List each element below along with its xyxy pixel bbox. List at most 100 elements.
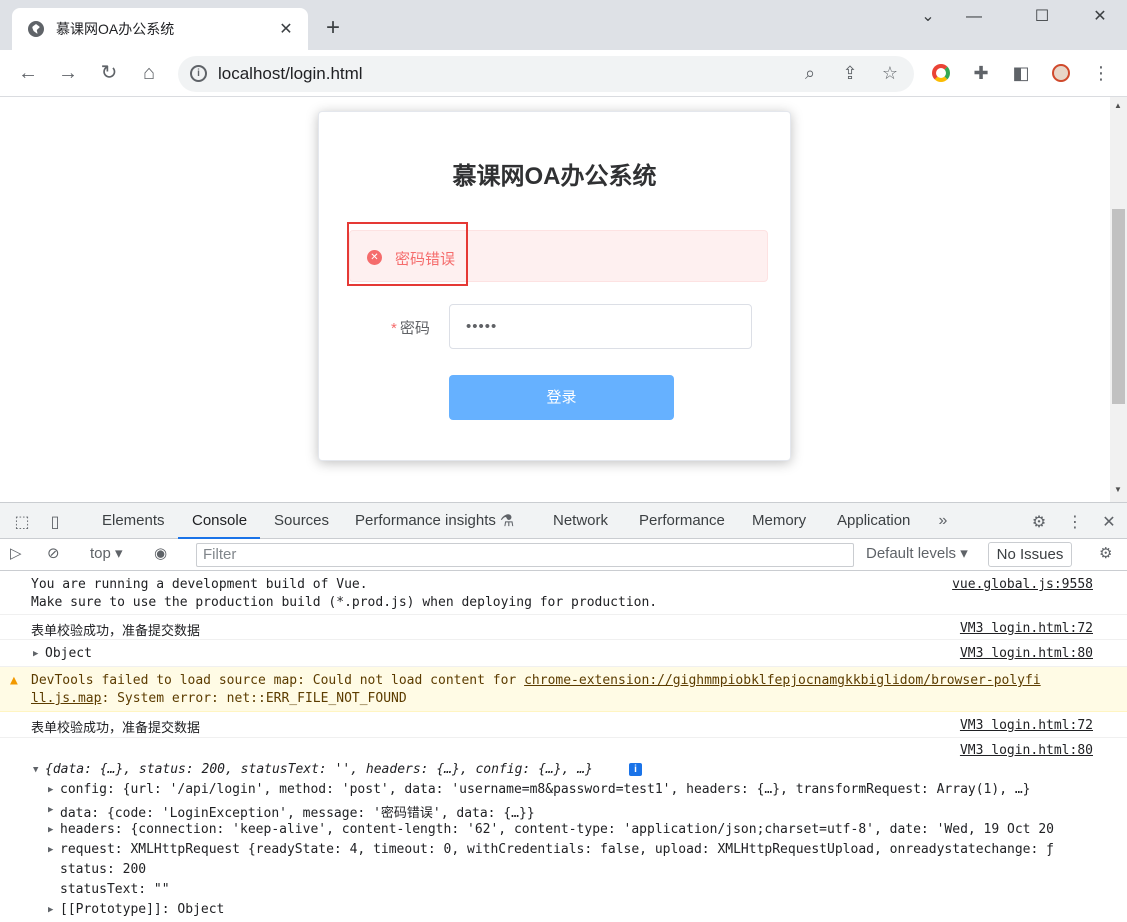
source-link[interactable]: vue.global.js:9558 [952,577,1093,592]
context-label: top [90,545,111,562]
page-viewport: 慕课网OA办公系统 ✕ 密码错误 * 密码 ••••• 登录 [0,97,1110,502]
sidebar-toggle-icon[interactable]: ▷ [10,544,22,562]
side-panel-icon[interactable]: ◧ [1010,62,1032,84]
expand-triangle-icon[interactable]: ▶ [48,905,53,915]
forward-icon[interactable]: → [56,62,80,86]
tab-performance[interactable]: Performance [639,512,725,529]
source-link[interactable]: VM3 login.html:72 [960,718,1093,733]
devtools-tabbar: ⬚ ▯ Elements Console Sources Performance… [0,502,1127,539]
issues-button[interactable]: No Issues [988,542,1072,567]
highlight-box [347,222,468,286]
expand-triangle-icon[interactable]: ▶ [48,825,53,835]
tab-sources[interactable]: Sources [274,512,329,529]
warning-text: DevTools failed to load source map: Coul… [31,673,525,688]
password-input[interactable]: ••••• [449,304,752,349]
chrome-extension-icon[interactable] [930,62,952,84]
console-text: Make sure to use the production build (*… [31,595,658,610]
password-label: * 密码 [391,317,430,338]
eye-icon[interactable]: ◉ [154,544,167,562]
log-levels-label: Default levels [866,545,957,562]
tab-close-icon[interactable]: ✕ [276,19,296,39]
zoom-icon[interactable]: ⌕ [798,63,822,84]
headers-property[interactable]: headers: {connection: 'keep-alive', cont… [60,822,1054,837]
tab-title: 慕课网OA办公系统 [56,21,175,37]
source-link[interactable]: VM3 login.html:72 [960,621,1093,636]
collapse-triangle-icon[interactable]: ▼ [33,765,38,775]
login-button[interactable]: 登录 [449,375,674,420]
console-text: 表单校验成功，准备提交数据 [31,624,201,639]
expand-triangle-icon[interactable]: ▶ [33,649,38,659]
tab-search-icon[interactable]: ⌄ [905,4,951,30]
devtools-close-icon[interactable]: ✕ [1098,512,1120,532]
tab-console[interactable]: Console [192,512,247,529]
warning-link[interactable]: chrome-extension://gighmmpiobklfepjocnam… [524,673,1041,688]
console-message: You are running a development build of V… [0,571,1127,615]
status-property: status: 200 [60,862,147,877]
menu-kebab-icon[interactable]: ⋮ [1090,62,1112,84]
filter-input[interactable]: Filter [196,543,854,567]
config-property[interactable]: config: {url: '/api/login', method: 'pos… [60,782,1031,797]
share-icon[interactable]: ⇪ [838,63,862,84]
console-message: 表单校验成功，准备提交数据 VM3 login.html:72 [0,712,1127,738]
console-message[interactable]: ▶ Object VM3 login.html:80 [0,640,1127,667]
site-info-icon[interactable]: i [190,65,207,82]
expand-triangle-icon[interactable]: ▶ [48,805,53,815]
reload-icon[interactable]: ↻ [97,62,121,86]
request-property[interactable]: request: XMLHttpRequest {readyState: 4, … [60,842,1054,857]
prototype-property[interactable]: [[Prototype]]: Object [60,902,224,917]
profile-avatar[interactable] [1050,62,1072,84]
console-output: You are running a development build of V… [0,571,1127,922]
tab-network[interactable]: Network [553,512,608,529]
statustext-property: statusText: "" [60,882,170,897]
expand-triangle-icon[interactable]: ▶ [48,785,53,795]
home-icon[interactable]: ⌂ [137,62,161,86]
response-summary[interactable]: {data: {…}, status: 200, statusText: '',… [45,762,593,777]
console-text: You are running a development build of V… [31,577,368,592]
console-message: 表单校验成功，准备提交数据 VM3 login.html:72 [0,615,1127,640]
more-tabs-icon[interactable]: » [932,512,954,530]
console-object[interactable]: Object [45,646,92,661]
source-link[interactable]: VM3 login.html:80 [960,646,1093,661]
devtools-menu-icon[interactable]: ⋮ [1064,512,1086,532]
warning-text: : System error: net::ERR_FILE_NOT_FOUND [101,691,407,706]
extensions-puzzle-icon[interactable]: ✚ [970,62,992,84]
new-tab-button[interactable]: + [326,14,340,42]
globe-icon [28,21,44,37]
maximize-icon[interactable]: ☐ [1019,4,1065,30]
data-property[interactable]: data: {code: 'LoginException', message: … [60,802,535,821]
password-label-text: 密码 [399,320,430,337]
scroll-up-icon[interactable]: ▲ [1114,101,1122,110]
log-levels-select[interactable]: Default levels ▾ [866,544,968,562]
clear-console-icon[interactable]: ⊘ [47,544,60,562]
required-mark: * [391,320,397,337]
device-toolbar-icon[interactable]: ▯ [44,512,66,532]
expand-triangle-icon[interactable]: ▶ [48,845,53,855]
tab-memory[interactable]: Memory [752,512,806,529]
window-close-icon[interactable]: ✕ [1077,4,1123,30]
warning-link[interactable]: ll.js.map [31,691,101,706]
tab-performance-insights[interactable]: Performance insights [355,512,496,529]
url-text[interactable]: localhost/login.html [218,64,363,84]
inspect-element-icon[interactable]: ⬚ [11,512,33,532]
context-select[interactable]: top ▾ [90,544,123,562]
page-title: 慕课网OA办公系统 [452,163,657,190]
info-icon[interactable]: i [629,763,642,776]
minimize-icon[interactable]: — [951,4,997,30]
console-settings-icon[interactable]: ⚙ [1099,544,1112,562]
browser-toolbar: ← → ↻ ⌂ i localhost/login.html ⌕ ⇪ ☆ [0,50,1127,97]
scrollbar-thumb[interactable] [1112,209,1125,404]
flask-icon: ⚗ [499,513,515,530]
page-scrollbar[interactable]: ▲ ▼ [1110,97,1127,502]
browser-tab-strip: 慕课网OA办公系统 ✕ + ⌄ — ☐ ✕ [0,0,1127,50]
address-bar[interactable]: i localhost/login.html ⌕ ⇪ ☆ [178,56,914,92]
console-text: 表单校验成功，准备提交数据 [31,721,201,736]
source-link[interactable]: VM3 login.html:80 [960,743,1093,758]
settings-gear-icon[interactable]: ⚙ [1028,512,1050,532]
browser-tab[interactable]: 慕课网OA办公系统 ✕ [12,8,308,50]
tab-application[interactable]: Application [837,512,910,529]
scroll-down-icon[interactable]: ▼ [1114,485,1122,494]
tab-elements[interactable]: Elements [102,512,165,529]
bookmark-star-icon[interactable]: ☆ [878,63,902,84]
back-icon[interactable]: ← [16,62,40,86]
login-card: 慕课网OA办公系统 ✕ 密码错误 * 密码 ••••• 登录 [318,111,791,461]
